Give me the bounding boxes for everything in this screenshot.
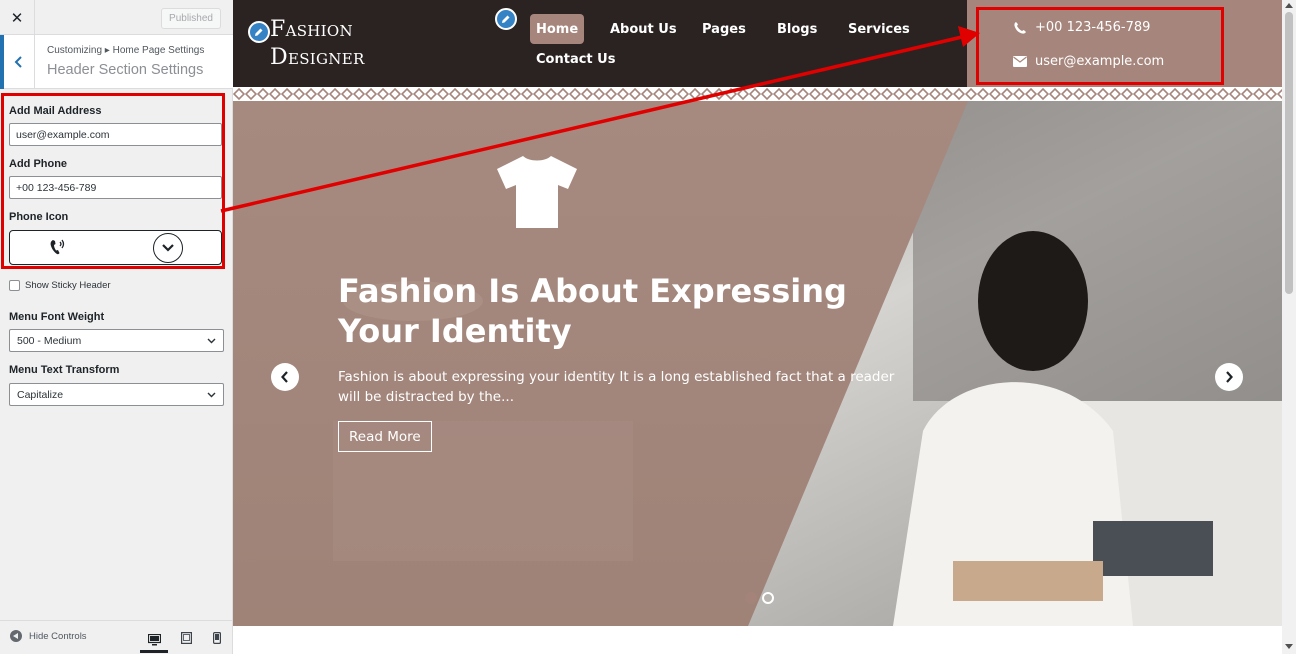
- site-preview: Fashion Designer Home About Us Pages Blo…: [233, 0, 1296, 654]
- phone-label: Add Phone: [9, 158, 68, 170]
- device-mobile-button[interactable]: [207, 629, 227, 647]
- sticky-header-option[interactable]: Show Sticky Header: [9, 280, 111, 291]
- hero-slider: Fashion Is About Expressing Your Identit…: [233, 101, 1282, 626]
- header-phone-text: +00 123-456-789: [1035, 20, 1151, 35]
- edit-menu-button[interactable]: [495, 8, 517, 30]
- chevron-down-icon: [207, 338, 216, 343]
- header-contact-bar: +00 123-456-789 user@example.com: [967, 0, 1282, 87]
- hide-controls-label: Hide Controls: [29, 630, 87, 642]
- device-tablet-button[interactable]: [176, 629, 196, 647]
- nav-about-us[interactable]: About Us: [604, 14, 683, 44]
- close-icon: ✕: [10, 8, 24, 27]
- pencil-icon: [255, 28, 263, 36]
- site-logo[interactable]: Fashion Designer: [270, 16, 365, 72]
- nav-home[interactable]: Home: [530, 14, 585, 44]
- sticky-header-checkbox[interactable]: [9, 280, 20, 291]
- sticky-header-label: Show Sticky Header: [25, 280, 111, 291]
- decorative-pattern-strip: [233, 87, 1282, 101]
- envelope-icon: [1013, 56, 1027, 67]
- chevron-left-icon: [281, 371, 288, 383]
- device-desktop-button[interactable]: [140, 629, 168, 653]
- back-button[interactable]: [0, 35, 35, 89]
- scroll-down-icon: [1285, 644, 1293, 649]
- arrow-left-circle-icon: [10, 630, 22, 642]
- published-button[interactable]: Published: [161, 8, 221, 29]
- chevron-down-icon: [162, 244, 174, 252]
- text-transform-select[interactable]: Capitalize: [9, 383, 224, 406]
- nav-services[interactable]: Services: [842, 14, 916, 44]
- logo-line-2: Designer: [270, 45, 365, 70]
- chevron-right-icon: [1226, 371, 1233, 383]
- header-phone[interactable]: +00 123-456-789: [1013, 20, 1150, 35]
- section-header: Customizing ▸ Home Page Settings Header …: [0, 35, 233, 89]
- mobile-icon: [213, 632, 221, 644]
- chevron-left-icon: [14, 56, 22, 68]
- nav-contact-us[interactable]: Contact Us: [530, 44, 621, 74]
- customizer-sidebar: ✕ Published Customizing ▸ Home Page Sett…: [0, 0, 233, 654]
- desktop-icon: [147, 633, 161, 645]
- slider-dot-active[interactable]: [762, 592, 774, 604]
- logo-line-1: Fashion: [270, 17, 353, 42]
- mail-address-input[interactable]: user@example.com: [9, 123, 222, 146]
- close-customizer-button[interactable]: ✕: [0, 0, 35, 35]
- read-more-button[interactable]: Read More: [338, 421, 432, 452]
- phone-input[interactable]: +00 123-456-789: [9, 176, 222, 199]
- hide-controls-button[interactable]: Hide Controls: [10, 630, 87, 642]
- pencil-icon: [502, 15, 510, 23]
- preview-scrollbar[interactable]: [1282, 0, 1296, 654]
- scroll-up-icon: [1285, 3, 1293, 8]
- icon-dropdown-toggle[interactable]: [153, 233, 183, 263]
- hero-description: Fashion is about expressing your identit…: [338, 369, 895, 405]
- header-email-text: user@example.com: [1035, 54, 1165, 69]
- customizer-header: ✕ Published: [0, 0, 233, 35]
- font-weight-label: Menu Font Weight: [9, 311, 105, 323]
- scrollbar-thumb[interactable]: [1285, 12, 1293, 294]
- text-transform-label: Menu Text Transform: [9, 364, 120, 376]
- phone-icon-label: Phone Icon: [9, 211, 69, 223]
- hero-title: Fashion Is About Expressing Your Identit…: [338, 272, 847, 350]
- phone-volume-icon: [50, 239, 65, 255]
- nav-blogs[interactable]: Blogs: [771, 14, 823, 44]
- slider-dot[interactable]: [745, 592, 757, 604]
- text-transform-value: Capitalize: [17, 388, 64, 401]
- breadcrumb: Customizing ▸ Home Page Settings: [47, 45, 205, 56]
- section-title: Header Section Settings: [47, 62, 204, 78]
- edit-logo-button[interactable]: [248, 21, 270, 43]
- tablet-icon: [180, 632, 192, 644]
- phone-icon: [1014, 21, 1026, 34]
- chevron-down-icon: [207, 392, 216, 397]
- tshirt-icon: [497, 156, 577, 228]
- nav-pages[interactable]: Pages: [696, 14, 752, 44]
- customizer-footer: Hide Controls: [0, 620, 233, 654]
- hero-text-block: Fashion Is About Expressing Your Identit…: [338, 271, 918, 407]
- mail-address-label: Add Mail Address: [9, 105, 102, 117]
- slider-prev-button[interactable]: [271, 363, 299, 391]
- slider-next-button[interactable]: [1215, 363, 1243, 391]
- header-email[interactable]: user@example.com: [1013, 54, 1164, 69]
- phone-icon-picker[interactable]: [9, 230, 222, 265]
- font-weight-select[interactable]: 500 - Medium: [9, 329, 224, 352]
- font-weight-value: 500 - Medium: [17, 334, 82, 347]
